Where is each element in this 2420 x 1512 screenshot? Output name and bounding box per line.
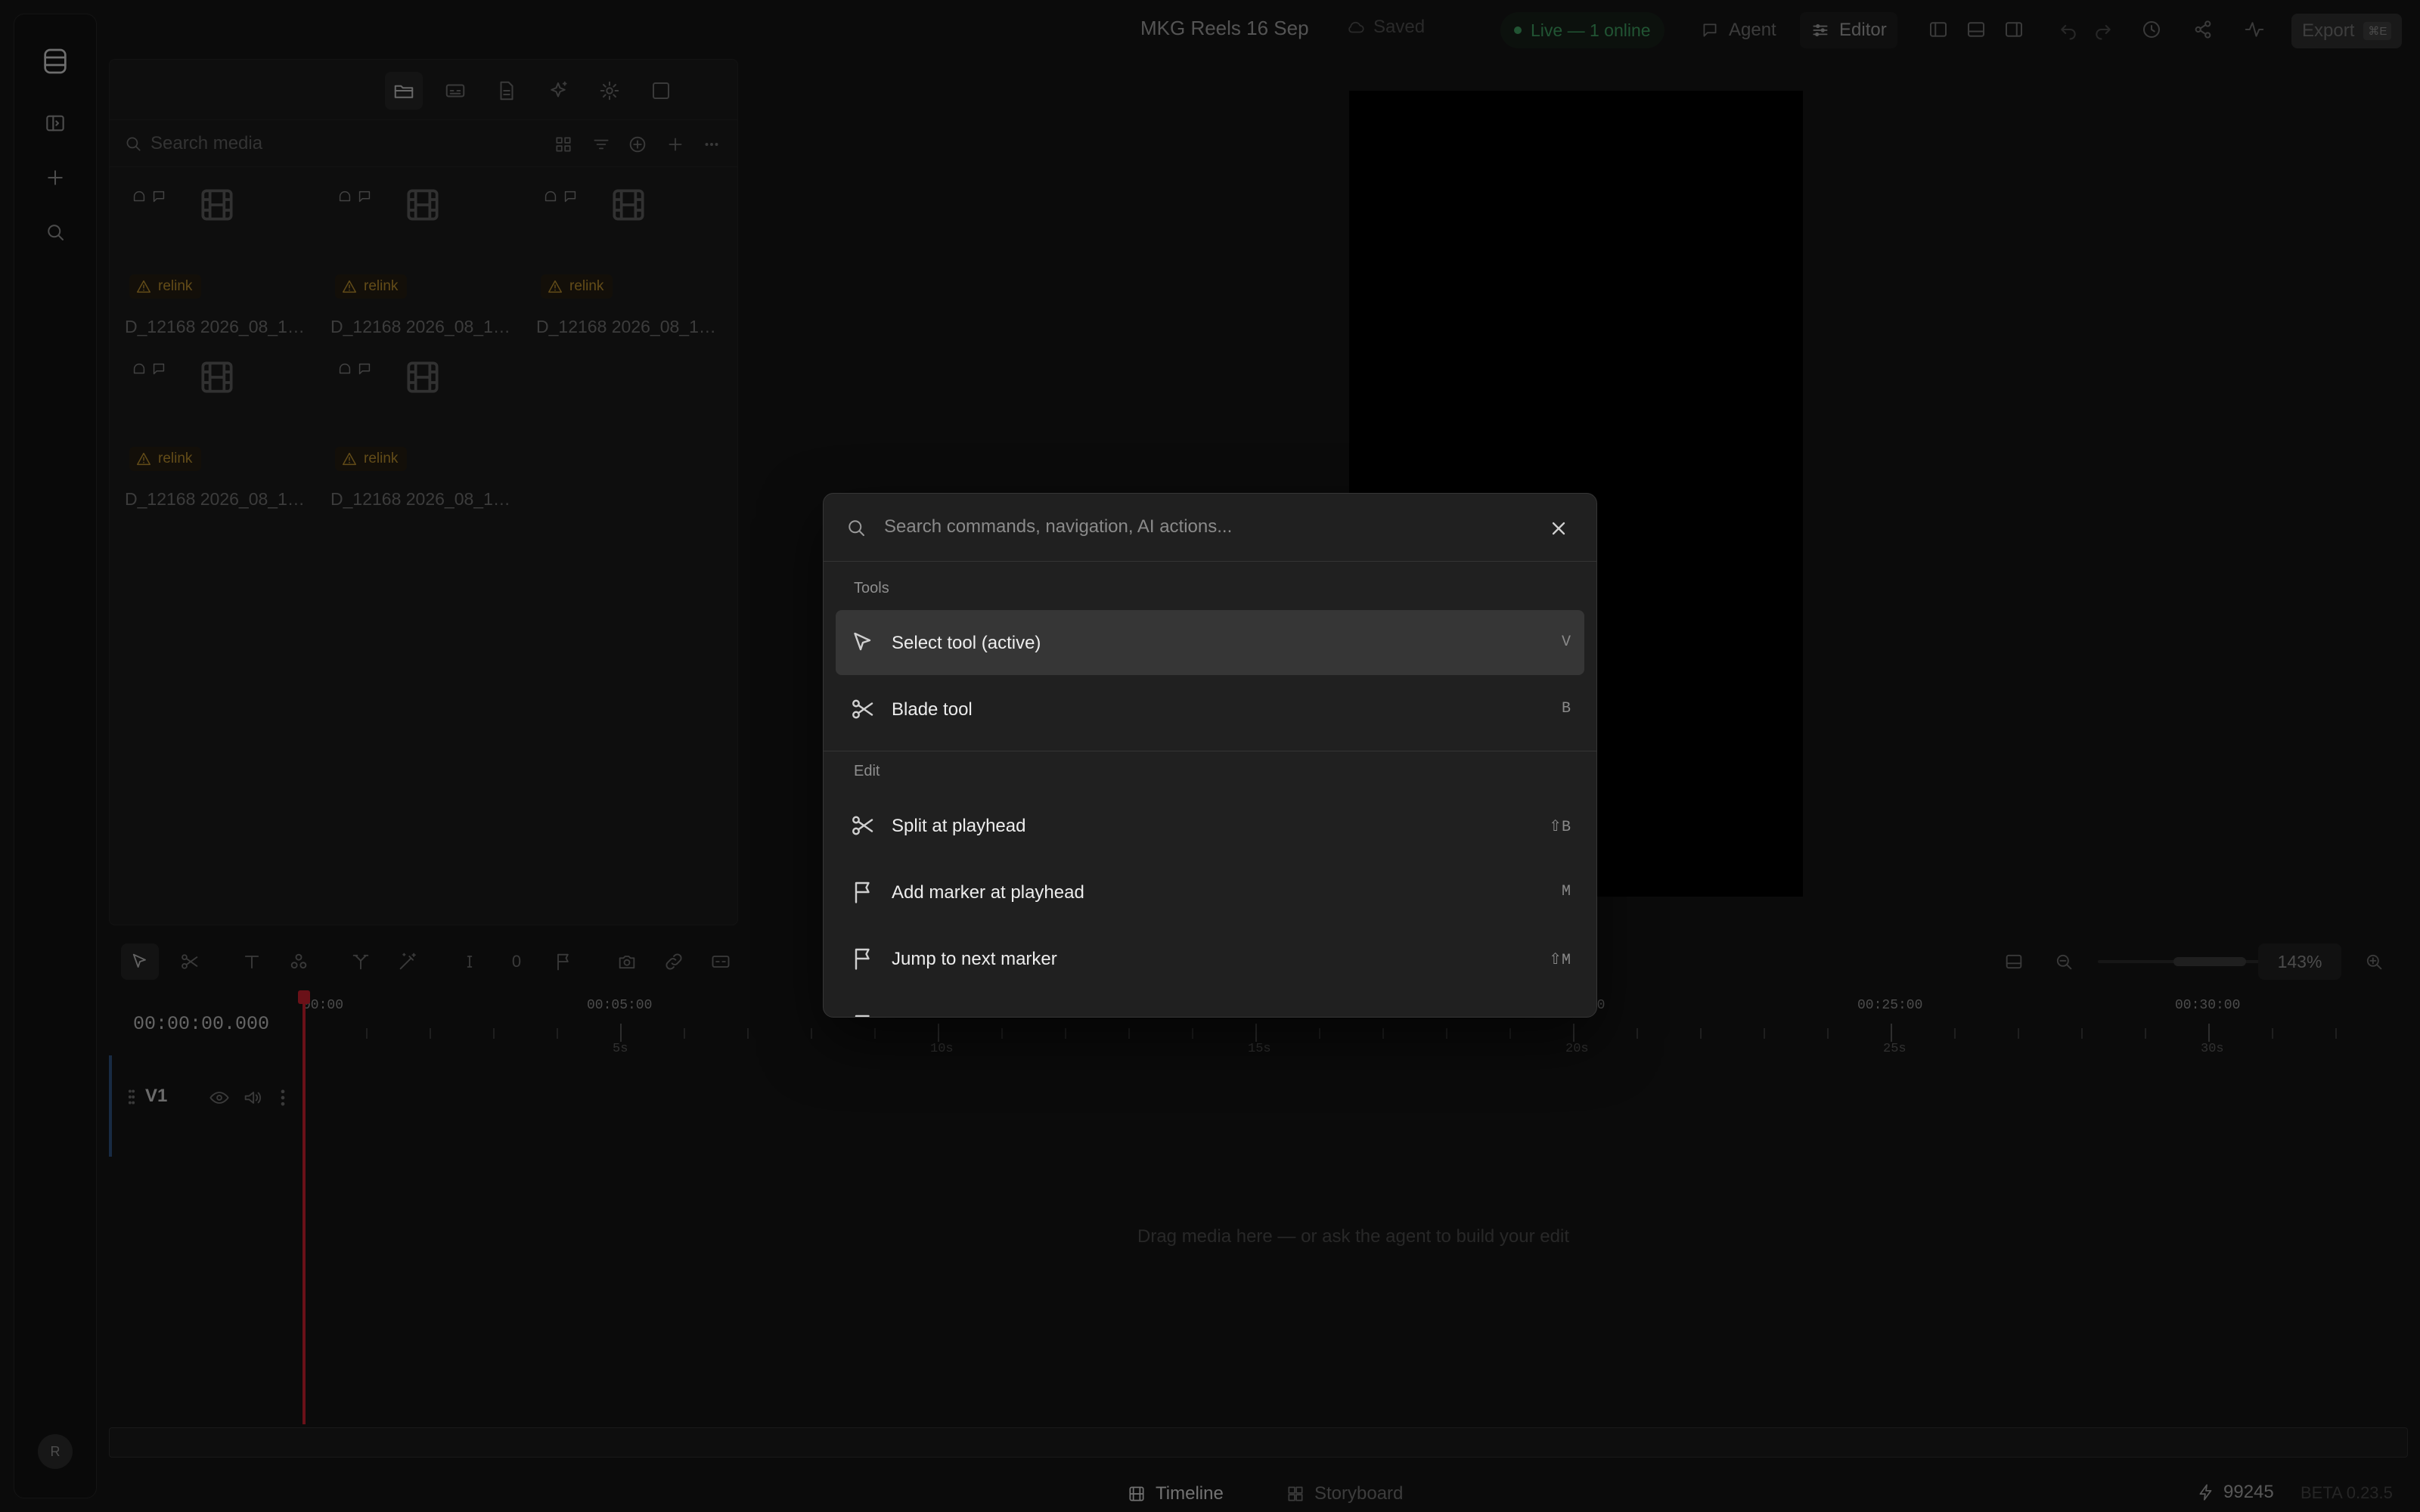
flag-icon [855,1015,870,1017]
command-search-input[interactable] [884,510,1504,544]
command-add-marker[interactable]: Add marker at playhead M [836,860,1584,925]
scissors-icon [852,816,873,835]
scissors-icon [852,699,873,719]
command-shortcut: B [1561,700,1571,717]
command-label: Split at playhead [892,816,1026,836]
command-shortcut: V [1561,634,1571,651]
command-label: Jump to next marker [892,949,1057,969]
command-shortcut: ⇧M [1549,952,1571,969]
command-shortcut: ⇧B [1549,819,1571,836]
command-next-item-partial[interactable] [836,993,1584,1017]
flag-icon [855,948,870,970]
command-select-tool[interactable]: Select tool (active) V [836,610,1584,675]
command-label: Blade tool [892,699,973,720]
command-blade-tool[interactable]: Blade tool B [836,677,1584,742]
cursor-icon [854,632,871,651]
command-label: Select tool (active) [892,633,1041,653]
flag-icon [855,881,870,903]
search-icon [849,520,864,536]
command-label: Add marker at playhead [892,882,1084,903]
command-palette: Tools Select tool (active) V Blade tool … [823,493,1597,1018]
section-edit-heading: Edit [854,763,880,779]
command-shortcut: M [1561,883,1571,900]
command-split-at-playhead[interactable]: Split at playhead ⇧B [836,793,1584,858]
section-tools-heading: Tools [854,580,889,596]
close-icon[interactable] [1544,513,1574,544]
command-search-bar [824,494,1596,562]
command-jump-next-marker[interactable]: Jump to next marker ⇧M [836,926,1584,991]
